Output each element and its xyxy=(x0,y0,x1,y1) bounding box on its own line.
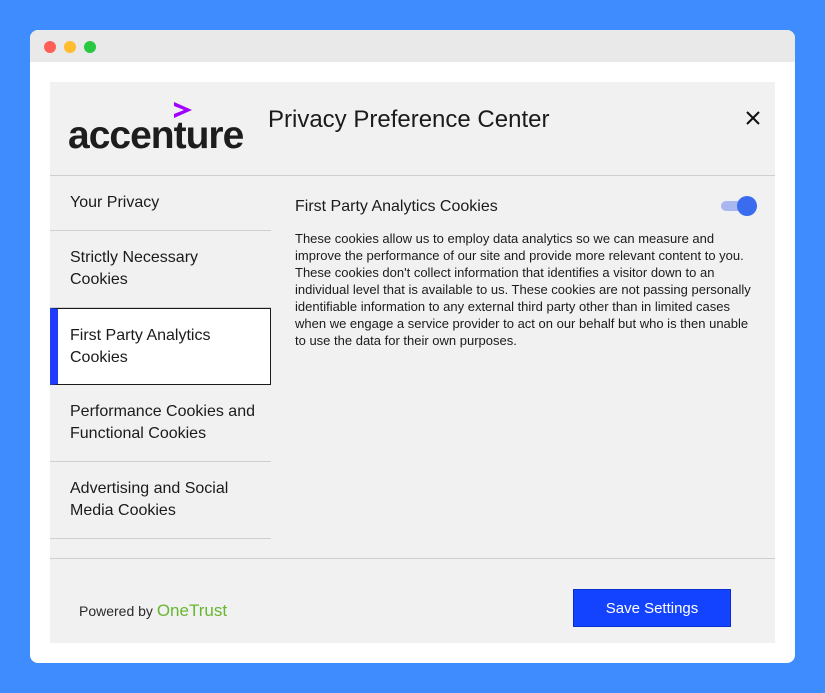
privacy-preference-modal: accenture Privacy Preference Center Your… xyxy=(50,82,775,643)
toggle-knob xyxy=(737,196,757,216)
sidebar-item-label: Strictly Necessary Cookies xyxy=(70,249,199,288)
window-titlebar xyxy=(30,30,795,62)
sidebar-item-label: First Party Analytics Cookies xyxy=(70,326,211,366)
category-title: First Party Analytics Cookies xyxy=(295,198,498,215)
category-description: These cookies allow us to employ data an… xyxy=(295,231,751,348)
logo-text: accenture xyxy=(68,114,244,157)
window-close-dot[interactable] xyxy=(44,41,56,53)
consent-toggle[interactable] xyxy=(721,196,757,216)
powered-by-label: Powered by xyxy=(79,603,153,619)
modal-body: Your Privacy Strictly Necessary Cookies … xyxy=(50,176,775,559)
sidebar-item-strictly-necessary[interactable]: Strictly Necessary Cookies xyxy=(50,231,271,308)
sidebar-item-first-party-analytics[interactable]: First Party Analytics Cookies xyxy=(50,308,271,385)
modal-header: accenture Privacy Preference Center xyxy=(50,82,775,176)
window-maximize-dot[interactable] xyxy=(84,41,96,53)
window-minimize-dot[interactable] xyxy=(64,41,76,53)
close-button[interactable] xyxy=(741,106,765,130)
accenture-logo: accenture xyxy=(68,102,250,157)
modal-title: Privacy Preference Center xyxy=(268,106,550,133)
sidebar-item-your-privacy[interactable]: Your Privacy xyxy=(50,176,271,231)
sidebar-item-label: Advertising and Social Media Cookies xyxy=(70,480,229,519)
onetrust-brand: OneTrust xyxy=(156,601,228,620)
powered-by[interactable]: Powered by OneTrust xyxy=(79,601,227,621)
sidebar-item-label: Your Privacy xyxy=(70,194,160,211)
sidebar-item-performance-functional[interactable]: Performance Cookies and Functional Cooki… xyxy=(50,385,271,462)
close-icon xyxy=(746,111,760,125)
category-details: First Party Analytics Cookies These cook… xyxy=(295,196,757,349)
save-settings-button[interactable]: Save Settings xyxy=(573,589,731,627)
category-sidebar: Your Privacy Strictly Necessary Cookies … xyxy=(50,176,271,558)
modal-footer: Powered by OneTrust Save Settings xyxy=(50,559,775,642)
sidebar-item-advertising-social[interactable]: Advertising and Social Media Cookies xyxy=(50,462,271,539)
sidebar-item-label: Performance Cookies and Functional Cooki… xyxy=(70,403,255,442)
browser-window: accenture Privacy Preference Center Your… xyxy=(30,30,795,663)
